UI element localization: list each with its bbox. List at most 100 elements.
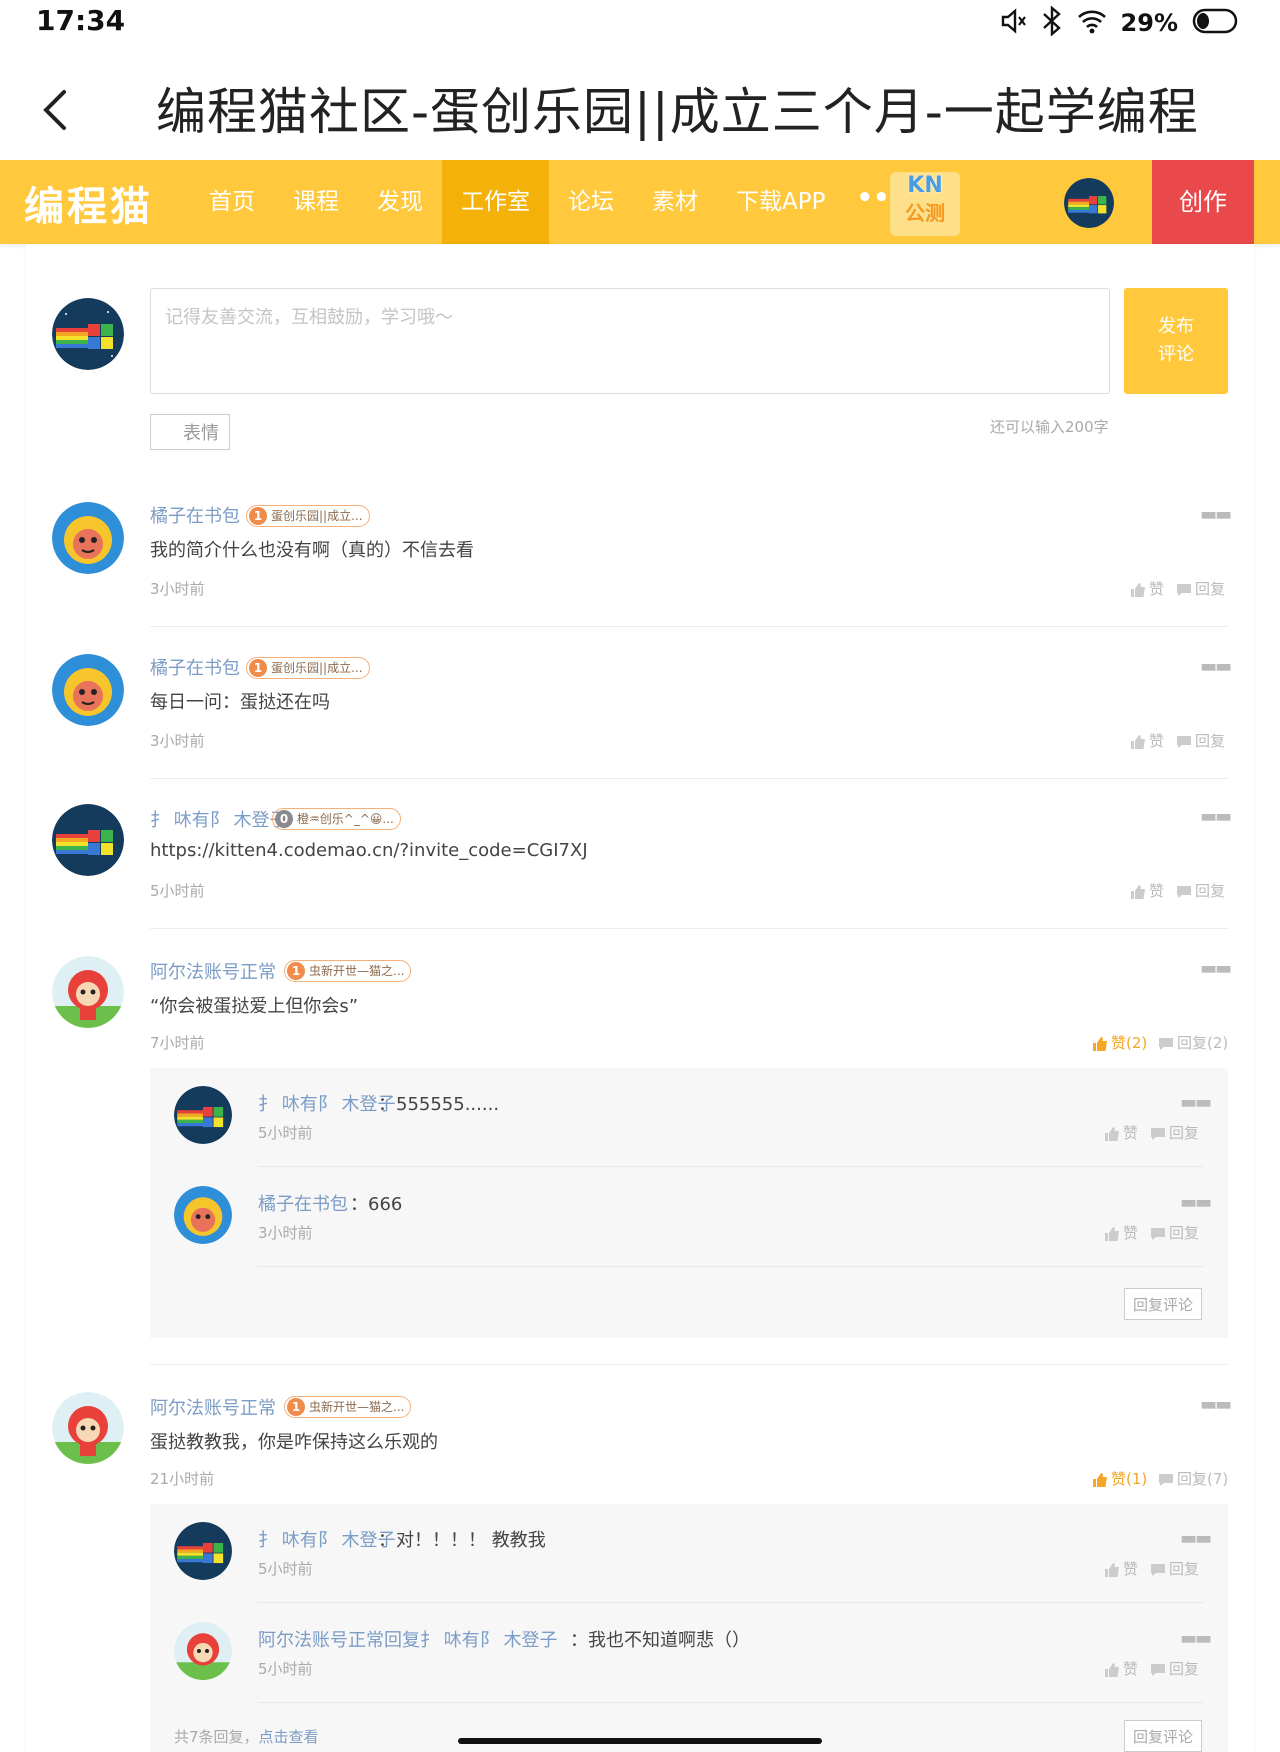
nav-materials[interactable]: 素材	[633, 160, 717, 244]
comment-avatar[interactable]	[52, 956, 124, 1028]
more-icon[interactable]: ▬▬	[1180, 1092, 1212, 1113]
reply-button[interactable]: 回复	[1176, 578, 1225, 599]
comment-input[interactable]	[150, 288, 1110, 394]
like-button[interactable]: 赞(1)	[1092, 1468, 1147, 1489]
emoji-button[interactable]: 表情	[150, 414, 230, 450]
more-icon[interactable]: ▬▬	[1200, 958, 1232, 979]
publish-comment-button[interactable]: 发布 评论	[1124, 288, 1228, 394]
comment-avatar[interactable]	[52, 804, 124, 876]
more-icon[interactable]: ▬▬	[1200, 504, 1232, 525]
reply-text: ：666	[350, 1194, 403, 1215]
more-icon[interactable]: ▬▬	[1200, 656, 1232, 677]
thumb-up-icon	[1131, 884, 1145, 899]
comment-author[interactable]: 扌 㕲有阝 木登子	[150, 806, 287, 832]
reply-author[interactable]: 阿尔法账号正常回复扌 㕲有阝 木登子	[258, 1626, 557, 1652]
reply-avatar[interactable]	[174, 1186, 232, 1244]
user-badge[interactable]: 0 橙♒创乐^_^😀...	[272, 808, 401, 830]
comment-divider	[150, 626, 1228, 627]
reply-button[interactable]: 回复	[1176, 730, 1225, 751]
kn-label: KN	[907, 173, 943, 198]
nav-forum[interactable]: 论坛	[549, 160, 633, 244]
reply-button[interactable]: 回复	[1176, 880, 1225, 901]
more-icon[interactable]: ▬▬	[1180, 1528, 1212, 1549]
my-avatar[interactable]	[52, 298, 124, 370]
comment-time: 3小时前	[150, 732, 205, 750]
user-badge[interactable]: 1 蛋创乐园||成立...	[246, 505, 370, 527]
like-button[interactable]: 赞	[1104, 1658, 1138, 1679]
comment-avatar[interactable]	[52, 1392, 124, 1464]
like-button[interactable]: 赞	[1130, 880, 1164, 901]
reply-comment-button[interactable]: 回复评论	[1124, 1288, 1203, 1320]
reply-divider	[258, 1166, 1204, 1167]
reply-author[interactable]: 橘子在书包	[258, 1190, 348, 1216]
back-icon	[43, 90, 66, 130]
kn-beta-label: 公测	[905, 201, 945, 225]
reply-button[interactable]: 回复	[1150, 1122, 1199, 1143]
nav-links: 首页 课程 发现 工作室 论坛 素材 下载APP •••	[190, 160, 918, 244]
comment-avatar[interactable]	[52, 502, 124, 574]
like-button[interactable]: 赞	[1130, 730, 1164, 751]
comment-text: “你会被蛋挞爱上但你会s”	[150, 996, 359, 1017]
create-button[interactable]: 创作	[1152, 160, 1254, 244]
nav-user-avatar[interactable]	[1064, 178, 1114, 228]
reply-text: ：我也不知道啊悲（）	[570, 1630, 750, 1651]
comment-author[interactable]: 阿尔法账号正常	[150, 958, 276, 984]
reply-text: ：555555......	[378, 1094, 500, 1115]
reply-button[interactable]: 回复	[1150, 1658, 1199, 1679]
comment-divider	[150, 1364, 1228, 1365]
more-icon[interactable]: ▬▬	[1200, 1394, 1232, 1415]
more-icon[interactable]: ▬▬	[1180, 1192, 1212, 1213]
thumb-up-icon	[1105, 1126, 1119, 1141]
thumb-up-icon	[1105, 1562, 1119, 1577]
reply-button[interactable]: 回复	[1150, 1558, 1199, 1579]
reply-author[interactable]: 扌 㕲有阝 木登子	[258, 1090, 395, 1116]
reply-icon	[1151, 1563, 1165, 1576]
reply-author[interactable]: 扌 㕲有阝 木登子	[258, 1526, 395, 1552]
user-badge[interactable]: 1 虫新开世—猫之...	[284, 1396, 412, 1418]
comment-text[interactable]: https://kitten4.codemao.cn/?invite_code=…	[150, 840, 588, 861]
like-button[interactable]: 赞	[1104, 1558, 1138, 1579]
reply-button[interactable]: 回复	[1150, 1222, 1199, 1243]
more-icon[interactable]: ▬▬	[1200, 806, 1232, 827]
like-button[interactable]: 赞	[1104, 1122, 1138, 1143]
like-button[interactable]: 赞	[1130, 578, 1164, 599]
nav-courses[interactable]: 课程	[274, 160, 358, 244]
user-badge[interactable]: 1 虫新开世—猫之...	[284, 960, 412, 982]
back-button[interactable]	[38, 82, 78, 138]
comment-avatar[interactable]	[52, 654, 124, 726]
reply-button[interactable]: 回复(2)	[1158, 1032, 1228, 1053]
like-button[interactable]: 赞(2)	[1092, 1032, 1147, 1053]
thumb-up-icon	[1105, 1226, 1119, 1241]
more-icon[interactable]: ▬▬	[1180, 1628, 1212, 1649]
badge-label: 虫新开世—猫之...	[309, 964, 405, 978]
nav-discover[interactable]: 发现	[358, 160, 442, 244]
nav-download-app[interactable]: 下载APP	[717, 160, 844, 244]
reply-time: 5小时前	[258, 1124, 313, 1142]
level-badge: 1	[249, 659, 267, 677]
battery-percent: 29%	[1120, 9, 1178, 37]
publish-label-1: 发布	[1158, 316, 1194, 337]
home-indicator[interactable]	[458, 1738, 822, 1744]
reply-avatar[interactable]	[174, 1086, 232, 1144]
like-button[interactable]: 赞	[1104, 1222, 1138, 1243]
reply-comment-button[interactable]: 回复评论	[1124, 1720, 1203, 1752]
reply-avatar[interactable]	[174, 1622, 232, 1680]
comment-divider	[150, 928, 1228, 929]
user-badge[interactable]: 1 蛋创乐园||成立...	[246, 657, 370, 679]
reply-avatar[interactable]	[174, 1522, 232, 1580]
nav-home[interactable]: 首页	[190, 160, 274, 244]
level-badge: 1	[287, 1398, 305, 1416]
badge-label: 橙♒创乐^_^😀...	[297, 812, 394, 826]
reply-button[interactable]: 回复(7)	[1158, 1468, 1228, 1489]
comment-author[interactable]: 阿尔法账号正常	[150, 1394, 276, 1420]
bluetooth-icon	[1041, 5, 1063, 40]
reply-thread: 扌 㕲有阝 木登子 ：对！！！！ 教教我 5小时前 ▬▬ 赞 回复 阿尔法账号正…	[150, 1504, 1228, 1752]
reply-text: ：对！！！！ 教教我	[378, 1530, 546, 1551]
reply-icon	[1151, 1663, 1165, 1676]
comment-author[interactable]: 橘子在书包	[150, 502, 240, 528]
logo[interactable]: 编程猫	[24, 174, 153, 232]
comment-author[interactable]: 橘子在书包	[150, 654, 240, 680]
kn-beta-button[interactable]: KN 公测	[890, 172, 960, 236]
view-all-replies-link[interactable]: 点击查看	[259, 1728, 319, 1746]
nav-studio[interactable]: 工作室	[442, 160, 549, 244]
